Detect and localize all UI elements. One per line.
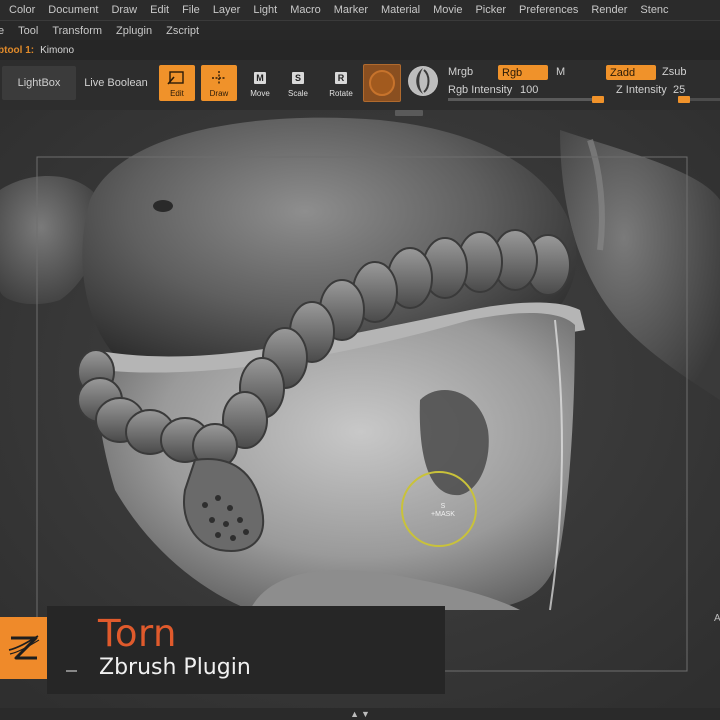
toolbar: LightBox Live Boolean Edit Draw M Move S… — [0, 60, 720, 110]
viewport-top-handle[interactable] — [395, 110, 423, 116]
move-icon: M — [254, 67, 266, 89]
brush-mode: +MASK — [431, 511, 455, 518]
live-boolean-button[interactable]: Live Boolean — [80, 66, 152, 100]
material-button[interactable] — [363, 64, 401, 102]
material-sphere-icon — [369, 70, 395, 96]
rotate-key: R — [335, 72, 347, 84]
title-card-subtitle: Zbrush Plugin — [99, 655, 251, 680]
rotate-label: Rotate — [329, 89, 353, 98]
tray-down-arrow-icon[interactable]: ▼ — [361, 709, 370, 719]
draw-button[interactable]: Draw — [201, 65, 237, 101]
move-label: Move — [250, 89, 270, 98]
tray-up-arrow-icon[interactable]: ▲ — [350, 709, 359, 719]
brush-key: S — [440, 503, 446, 510]
subtool-bar: btool 1: Kimono — [0, 40, 720, 60]
scale-icon: S — [292, 67, 304, 89]
submenu-item[interactable]: Zplugin — [116, 25, 152, 37]
right-edge-label: A — [714, 613, 720, 624]
rgb-intensity-value: 100 — [520, 84, 539, 96]
zbrush-logo-icon — [8, 635, 39, 660]
zadd-button[interactable]: Zadd — [606, 65, 656, 80]
z-intensity-slider[interactable] — [678, 96, 720, 103]
move-key: M — [254, 72, 266, 84]
bottom-tray: ▲ ▼ — [0, 708, 720, 720]
menu-item[interactable]: Color — [0, 4, 35, 16]
menu-item[interactable]: Layer — [204, 4, 241, 16]
menu-item[interactable]: Movie — [424, 4, 462, 16]
rotate-icon: R — [335, 67, 347, 89]
rgb-intensity-label: Rgb Intensity — [448, 84, 513, 96]
scale-key: S — [292, 72, 304, 84]
rgb-button[interactable]: Rgb — [498, 65, 548, 80]
z-intensity-value: 25 — [673, 84, 686, 96]
scale-label: Scale — [287, 89, 308, 98]
rotate-button[interactable]: R Rotate — [323, 65, 359, 101]
menu-item[interactable]: Picker — [466, 4, 506, 16]
menu-item[interactable]: Draw — [102, 4, 137, 16]
subtool-label: btool 1: — [0, 44, 35, 56]
zbrush-logo — [0, 617, 47, 679]
sub-menu-bar: e Tool Transform Zplugin Zscript — [0, 21, 720, 40]
brush-cursor-label: S +MASK — [423, 503, 463, 519]
menu-item[interactable]: Light — [244, 4, 277, 16]
edit-icon — [167, 67, 187, 89]
m-button[interactable]: M — [556, 66, 565, 78]
menu-item[interactable]: Render — [582, 4, 627, 16]
rgb-intensity-knob[interactable] — [592, 96, 604, 103]
mrgb-button[interactable]: Mrgb — [448, 66, 473, 78]
submenu-item[interactable]: Tool — [18, 25, 38, 37]
edit-label: Edit — [170, 89, 184, 98]
title-card-heading: Torn — [98, 612, 177, 655]
menu-item[interactable]: Marker — [325, 4, 368, 16]
draw-icon — [209, 67, 229, 89]
zsub-button[interactable]: Zsub — [662, 66, 686, 78]
z-intensity-label: Z Intensity — [616, 84, 667, 96]
menu-item[interactable]: Material — [372, 4, 420, 16]
edit-button[interactable]: Edit — [159, 65, 195, 101]
draw-label: Draw — [209, 89, 229, 98]
title-card-dash — [66, 670, 77, 672]
menu-bar: Color Document Draw Edit File Layer Light Macro… — [0, 0, 720, 21]
rgb-intensity-slider[interactable] — [448, 96, 604, 103]
submenu-item[interactable]: Zscript — [166, 25, 199, 37]
lightbox-button[interactable]: LightBox — [2, 66, 76, 100]
menu-item[interactable]: Preferences — [510, 4, 578, 16]
menu-item[interactable]: Macro — [281, 4, 321, 16]
submenu-item[interactable]: Transform — [52, 25, 102, 37]
subtool-name[interactable]: Kimono — [40, 45, 74, 56]
menu-item[interactable]: Stenc — [631, 4, 668, 16]
scale-button[interactable]: S Scale — [280, 65, 316, 101]
texture-sphere-icon — [409, 67, 437, 95]
texture-button[interactable] — [408, 66, 438, 96]
menu-item[interactable]: Document — [39, 4, 98, 16]
move-button[interactable]: M Move — [242, 65, 278, 101]
menu-item[interactable]: File — [173, 4, 200, 16]
rgb-intensity-fill — [448, 98, 604, 101]
submenu-item[interactable]: e — [0, 25, 4, 37]
z-intensity-knob[interactable] — [678, 96, 690, 103]
menu-item[interactable]: Edit — [141, 4, 169, 16]
